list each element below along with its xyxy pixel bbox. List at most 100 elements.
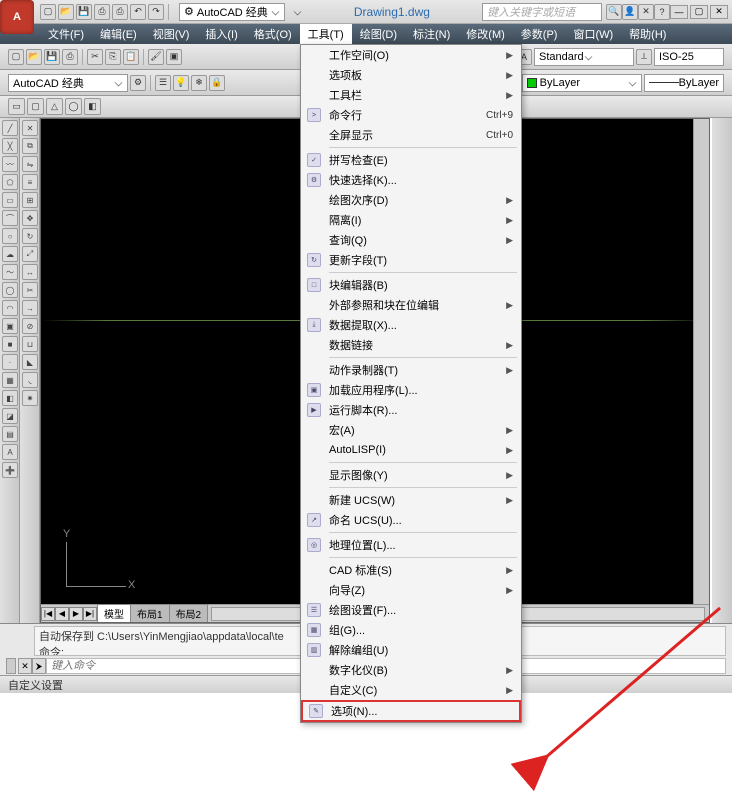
tb-new-icon[interactable]: ▢ bbox=[8, 49, 24, 65]
tool-ellipsearc-icon[interactable]: ◠ bbox=[2, 300, 18, 316]
menu-item-3[interactable]: >命令行Ctrl+9 bbox=[301, 105, 521, 125]
menu-item-16[interactable]: 数据链接▶ bbox=[301, 335, 521, 355]
tb-layer-props-icon[interactable]: ☰ bbox=[155, 75, 171, 91]
text-style-combo[interactable]: Standard bbox=[534, 48, 634, 66]
tool-extend-icon[interactable]: → bbox=[22, 300, 38, 316]
exchange-icon[interactable]: ✕ bbox=[638, 4, 654, 20]
tool-revcloud-icon[interactable]: ☁ bbox=[2, 246, 18, 262]
menu-item-10[interactable]: 查询(Q)▶ bbox=[301, 230, 521, 250]
tool-circle-icon[interactable]: ○ bbox=[2, 228, 18, 244]
qat-undo-icon[interactable]: ↶ bbox=[130, 4, 146, 20]
menu-item-7[interactable]: ⚙快速选择(K)... bbox=[301, 170, 521, 190]
tool-arc-icon[interactable]: ⌒ bbox=[2, 210, 18, 226]
tool-mirror-icon[interactable]: ⇋ bbox=[22, 156, 38, 172]
menu-item-37[interactable]: 自定义(C)▶ bbox=[301, 680, 521, 700]
tab-model[interactable]: 模型 bbox=[97, 604, 131, 623]
tb-misc5-icon[interactable]: ◧ bbox=[84, 98, 101, 115]
tool-region-icon[interactable]: ◪ bbox=[2, 408, 18, 424]
menu-format[interactable]: 格式(O) bbox=[246, 24, 300, 44]
menu-item-32[interactable]: 向导(Z)▶ bbox=[301, 580, 521, 600]
menu-insert[interactable]: 插入(I) bbox=[197, 24, 245, 44]
maximize-button[interactable]: ▢ bbox=[690, 5, 708, 19]
menu-draw[interactable]: 绘图(D) bbox=[352, 24, 405, 44]
tool-point-icon[interactable]: · bbox=[2, 354, 18, 370]
tool-move-icon[interactable]: ✥ bbox=[22, 210, 38, 226]
menu-item-13[interactable]: □块编辑器(B) bbox=[301, 275, 521, 295]
menu-parametric[interactable]: 参数(P) bbox=[513, 24, 566, 44]
tb-misc1-icon[interactable]: ▭ bbox=[8, 98, 25, 115]
tab-layout1[interactable]: 布局1 bbox=[130, 604, 170, 623]
tb-misc3-icon[interactable]: △ bbox=[46, 98, 63, 115]
tool-stretch-icon[interactable]: ↔ bbox=[22, 264, 38, 280]
menu-item-11[interactable]: ↻更新字段(T) bbox=[301, 250, 521, 270]
qat-saveas-icon[interactable]: ⎙ bbox=[94, 4, 110, 20]
menu-item-18[interactable]: 动作录制器(T)▶ bbox=[301, 360, 521, 380]
menu-help[interactable]: 帮助(H) bbox=[621, 24, 674, 44]
qat-open-icon[interactable]: 📂 bbox=[58, 4, 74, 20]
close-button[interactable]: ✕ bbox=[710, 5, 728, 19]
qat-new-icon[interactable]: ▢ bbox=[40, 4, 56, 20]
signin-icon[interactable]: 👤 bbox=[622, 4, 638, 20]
menu-item-4[interactable]: 全屏显示Ctrl+0 bbox=[301, 125, 521, 145]
menu-window[interactable]: 窗口(W) bbox=[565, 24, 621, 44]
menu-item-20[interactable]: ▶运行脚本(R)... bbox=[301, 400, 521, 420]
tb-misc4-icon[interactable]: ◯ bbox=[65, 98, 82, 115]
workspace-combo[interactable]: AutoCAD 经典 bbox=[8, 74, 128, 92]
workspace-combo-top[interactable]: ⚙ AutoCAD 经典 bbox=[179, 3, 285, 21]
menu-edit[interactable]: 编辑(E) bbox=[92, 24, 145, 44]
menu-item-1[interactable]: 选项板▶ bbox=[301, 65, 521, 85]
tb-misc2-icon[interactable]: ▢ bbox=[27, 98, 44, 115]
cmdline-close-icon[interactable]: ✕ bbox=[18, 658, 32, 674]
tb-plot-icon[interactable]: ⎙ bbox=[62, 49, 78, 65]
app-logo[interactable]: A bbox=[0, 0, 34, 34]
tb-paste-icon[interactable]: 📋 bbox=[123, 49, 139, 65]
menu-item-34[interactable]: ▦组(G)... bbox=[301, 620, 521, 640]
tb-gear-icon[interactable]: ⚙ bbox=[130, 75, 146, 91]
menu-item-22[interactable]: AutoLISP(I)▶ bbox=[301, 440, 521, 460]
tb-dim-style-icon[interactable]: ⟂ bbox=[636, 49, 652, 65]
tool-explode-icon[interactable]: ✷ bbox=[22, 390, 38, 406]
qat-save-icon[interactable]: 💾 bbox=[76, 4, 92, 20]
vertical-scrollbar[interactable] bbox=[693, 119, 709, 604]
tool-mtext-icon[interactable]: A bbox=[2, 444, 18, 460]
menu-item-15[interactable]: ⤓数据提取(X)... bbox=[301, 315, 521, 335]
menu-modify[interactable]: 修改(M) bbox=[458, 24, 513, 44]
menu-item-29[interactable]: ◎地理位置(L)... bbox=[301, 535, 521, 555]
color-combo[interactable]: ByLayer bbox=[522, 74, 642, 92]
tool-line-icon[interactable]: ╱ bbox=[2, 120, 18, 136]
search-icon[interactable]: 🔍 bbox=[606, 4, 622, 20]
tool-polygon-icon[interactable]: ⬠ bbox=[2, 174, 18, 190]
menu-item-38[interactable]: ✎选项(N)... bbox=[301, 700, 521, 722]
tool-insert-icon[interactable]: ▣ bbox=[2, 318, 18, 334]
menu-item-6[interactable]: ✓拼写检查(E) bbox=[301, 150, 521, 170]
menu-item-31[interactable]: CAD 标准(S)▶ bbox=[301, 560, 521, 580]
menu-view[interactable]: 视图(V) bbox=[145, 24, 198, 44]
tool-array-icon[interactable]: ⊞ bbox=[22, 192, 38, 208]
menu-item-33[interactable]: ☰绘图设置(F)... bbox=[301, 600, 521, 620]
menu-dimension[interactable]: 标注(N) bbox=[405, 24, 458, 44]
tool-block-icon[interactable]: ■ bbox=[2, 336, 18, 352]
help-search-input[interactable]: 键入关键字或短语 bbox=[482, 3, 602, 21]
help-icon[interactable]: ? bbox=[654, 4, 670, 20]
tool-erase-icon[interactable]: ✕ bbox=[22, 120, 38, 136]
tool-addsel-icon[interactable]: ➕ bbox=[2, 462, 18, 478]
tool-hatch-icon[interactable]: ▦ bbox=[2, 372, 18, 388]
menu-item-19[interactable]: ▣加载应用程序(L)... bbox=[301, 380, 521, 400]
tool-spline-icon[interactable]: 〜 bbox=[2, 264, 18, 280]
menu-item-26[interactable]: 新建 UCS(W)▶ bbox=[301, 490, 521, 510]
menu-item-24[interactable]: 显示图像(Y)▶ bbox=[301, 465, 521, 485]
tb-block-icon[interactable]: ▣ bbox=[166, 49, 182, 65]
tab-layout2[interactable]: 布局2 bbox=[169, 604, 209, 623]
qat-more-chevron-icon[interactable] bbox=[293, 8, 301, 16]
minimize-button[interactable]: — bbox=[670, 5, 688, 19]
tb-match-icon[interactable]: 🖌 bbox=[148, 49, 164, 65]
tb-layer-on-icon[interactable]: 💡 bbox=[173, 75, 189, 91]
menu-item-0[interactable]: 工作空间(O)▶ bbox=[301, 45, 521, 65]
tool-chamfer-icon[interactable]: ◣ bbox=[22, 354, 38, 370]
menu-item-8[interactable]: 绘图次序(D)▶ bbox=[301, 190, 521, 210]
menu-item-14[interactable]: 外部参照和块在位编辑▶ bbox=[301, 295, 521, 315]
menu-item-21[interactable]: 宏(A)▶ bbox=[301, 420, 521, 440]
tb-open-icon[interactable]: 📂 bbox=[26, 49, 42, 65]
tool-rect-icon[interactable]: ▭ bbox=[2, 192, 18, 208]
tool-join-icon[interactable]: ⊔ bbox=[22, 336, 38, 352]
